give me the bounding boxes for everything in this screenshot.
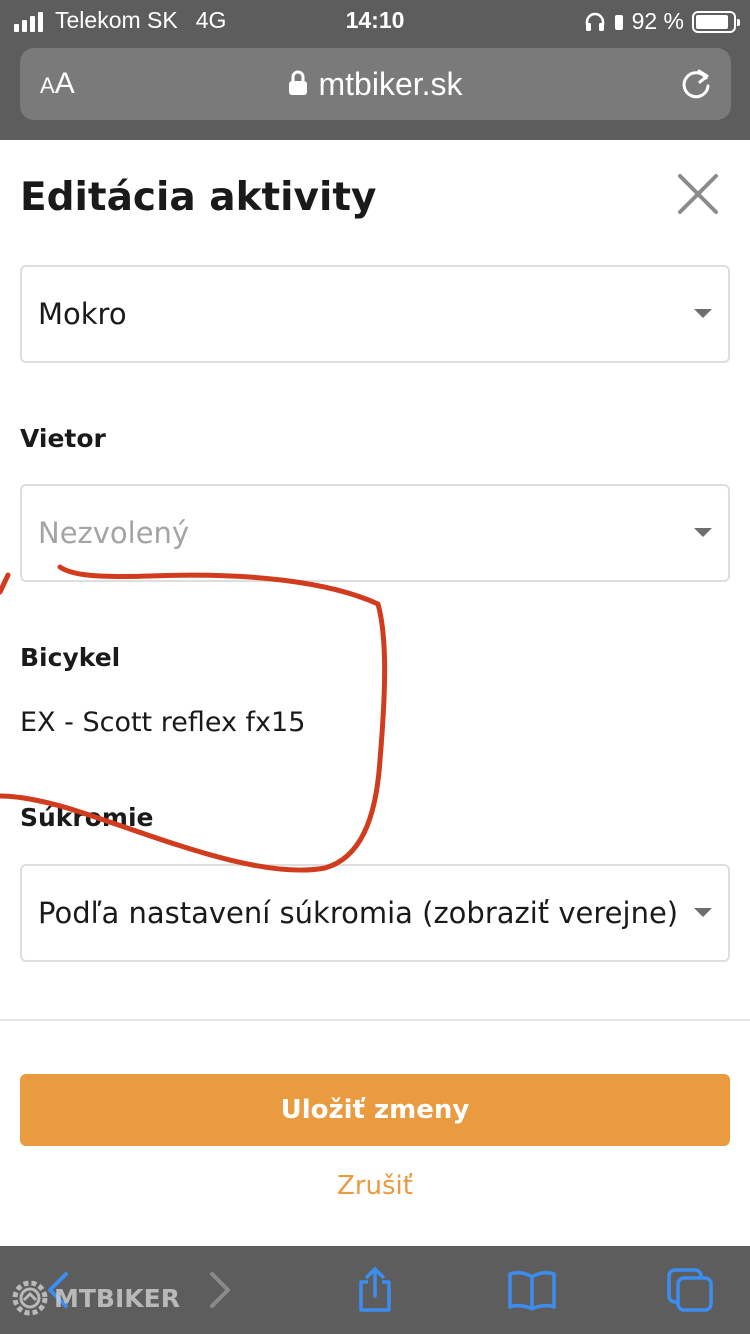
privacy-label: Súkromie [20,803,154,832]
page-title: Editácia aktivity [20,175,377,220]
close-icon[interactable] [676,172,720,216]
privacy-select[interactable]: Podľa nastavení súkromia (zobraziť verej… [20,864,730,962]
battery-percent: 92 % [631,8,684,34]
cancel-link[interactable]: Zrušiť [0,1168,750,1204]
url-text: mtbiker.sk [318,66,463,102]
bike-value: EX - Scott reflex fx15 [20,707,306,738]
wind-select-placeholder: Nezvolený [38,516,190,550]
bookmarks-button[interactable] [502,1264,562,1316]
gear-logo-icon [12,1280,48,1316]
status-bar: Telekom SK 4G 14:10 92 % [0,0,750,42]
status-right: 92 % [584,8,740,35]
surface-select-value: Mokro [38,297,127,331]
wind-label: Vietor [20,424,106,453]
share-button[interactable] [345,1264,405,1316]
lock-icon [289,70,308,95]
address-bar[interactable]: AA mtbiker.sk [20,48,731,120]
forward-icon [210,1272,230,1308]
surface-select[interactable]: Mokro [20,265,730,363]
save-button[interactable]: Uložiť zmeny [20,1074,730,1146]
headphones-icon [585,12,604,31]
chevron-down-icon [694,908,712,917]
browser-toolbar: MTBIKER [0,1246,750,1334]
wind-select[interactable]: Nezvolený [20,484,730,582]
tabs-button[interactable] [660,1264,720,1316]
chevron-down-icon [694,528,712,537]
browser-top-chrome: Telekom SK 4G 14:10 92 % AA mtbiker.sk [0,0,750,140]
bike-label: Bicykel [20,643,121,672]
battery-icon [692,10,740,33]
reload-icon[interactable] [679,66,713,102]
chevron-down-icon [694,309,712,318]
tabs-icon [667,1268,713,1312]
orientation-lock-icon [614,14,623,30]
forward-button[interactable] [190,1264,250,1316]
url-display[interactable]: mtbiker.sk [20,65,731,103]
bookmarks-icon [508,1271,556,1311]
watermark-text: MTBIKER [54,1283,180,1313]
divider [0,1019,750,1021]
mtbiker-watermark: MTBIKER [10,1278,180,1318]
share-icon [359,1267,391,1312]
privacy-select-value: Podľa nastavení súkromia (zobraziť verej… [38,896,679,930]
